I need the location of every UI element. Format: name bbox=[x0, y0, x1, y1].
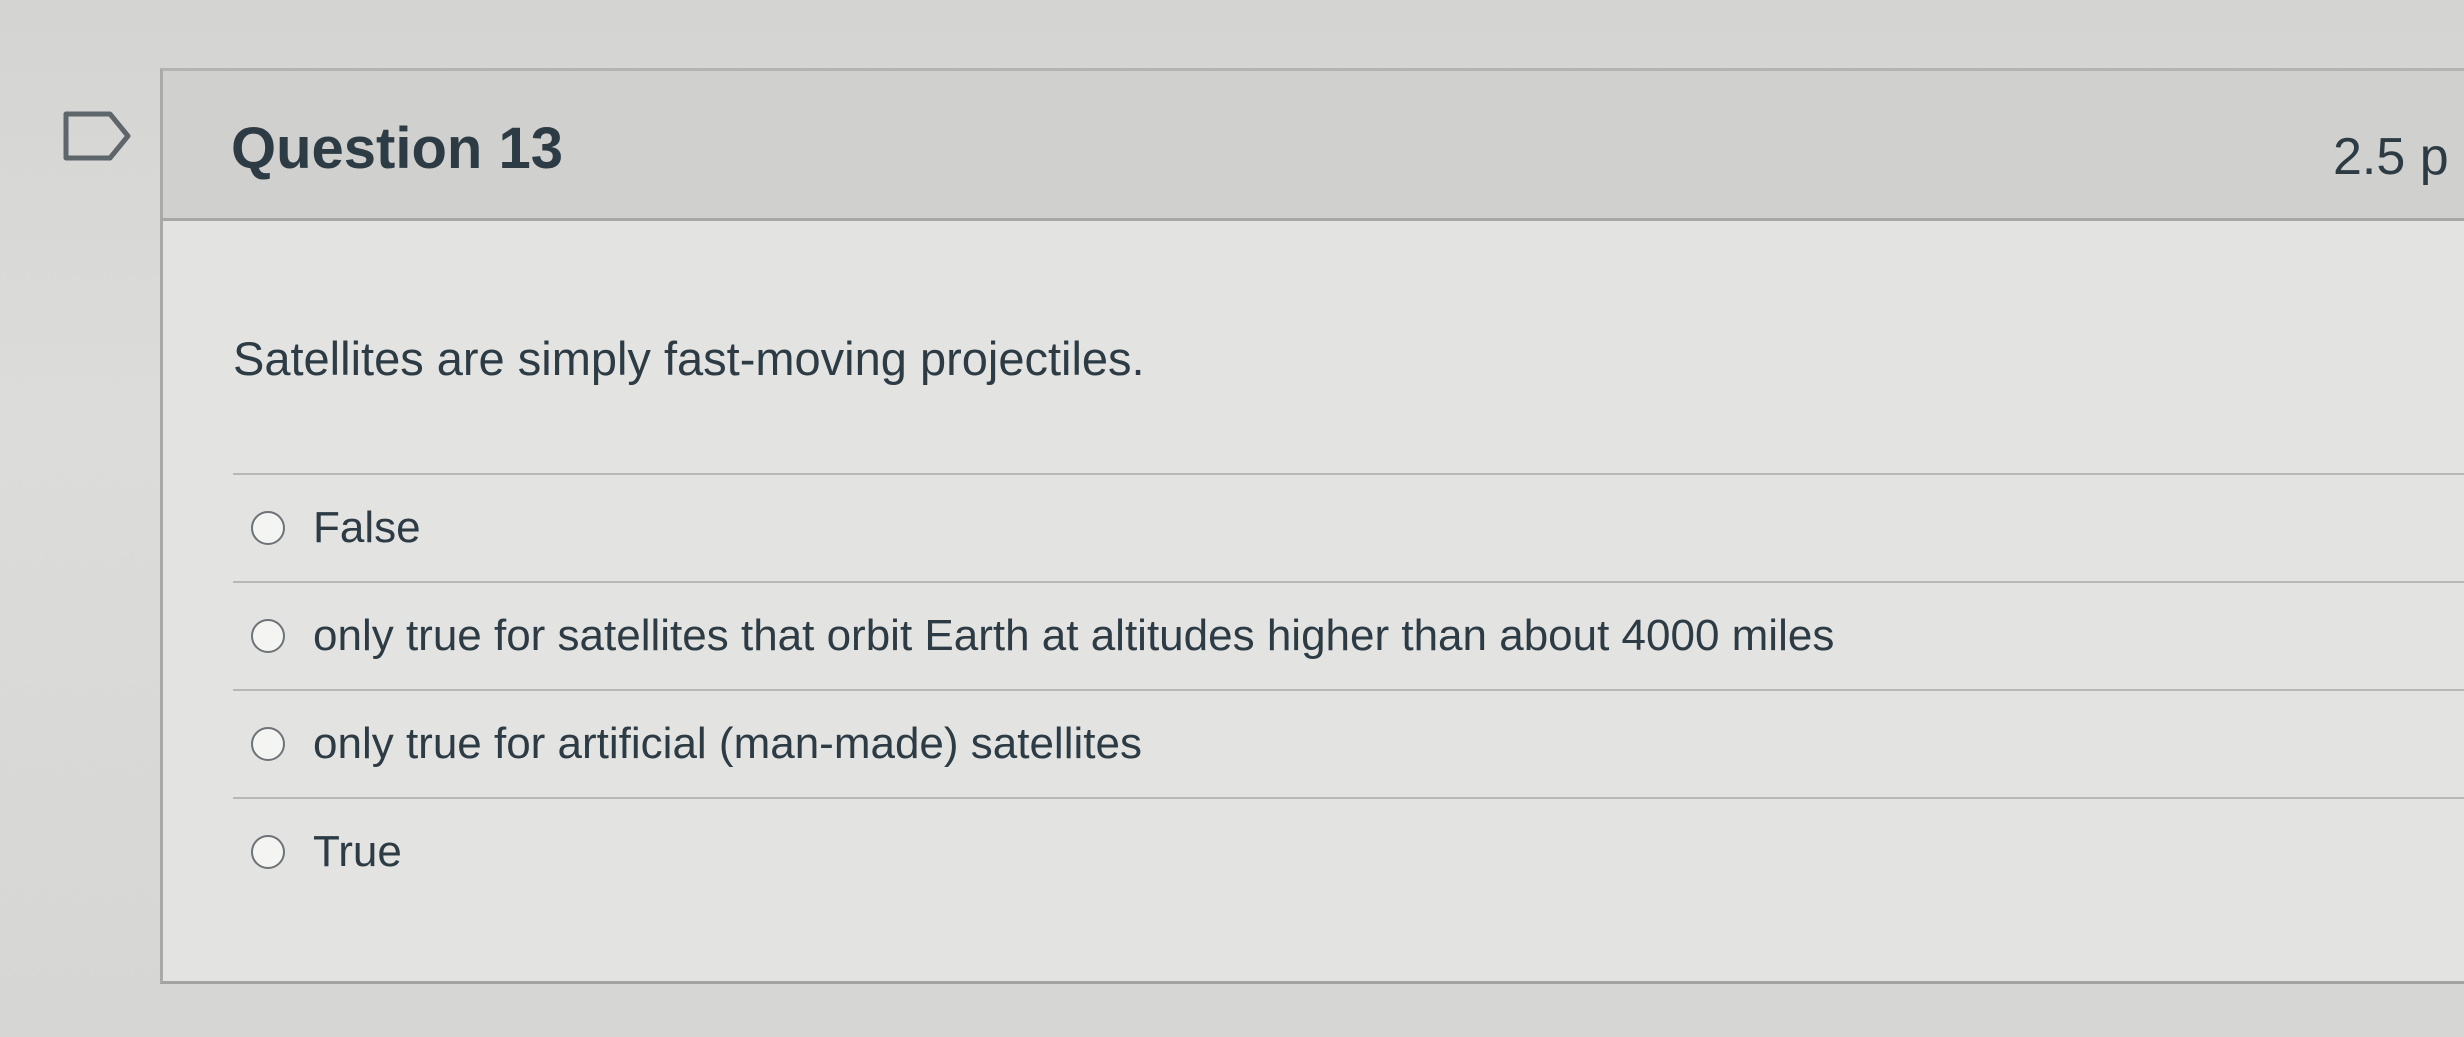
question-text: Satellites are simply fast-moving projec… bbox=[233, 332, 1145, 385]
flag-icon[interactable] bbox=[62, 110, 134, 162]
answer-list: False only true for satellites that orbi… bbox=[233, 473, 2464, 899]
answer-label[interactable]: only true for artificial (man-made) sate… bbox=[313, 719, 1142, 769]
answer-option-altitude[interactable]: only true for satellites that orbit Eart… bbox=[233, 581, 2464, 689]
question-points: 2.5 p bbox=[2333, 128, 2449, 186]
question-header: Question 13 2.5 p bbox=[163, 71, 2464, 221]
radio-button[interactable] bbox=[251, 727, 285, 761]
answer-option-true[interactable]: True bbox=[233, 797, 2464, 899]
answer-option-false[interactable]: False bbox=[233, 473, 2464, 581]
answer-option-artificial[interactable]: only true for artificial (man-made) sate… bbox=[233, 689, 2464, 797]
radio-button[interactable] bbox=[251, 619, 285, 653]
radio-button[interactable] bbox=[251, 511, 285, 545]
answer-label[interactable]: False bbox=[313, 503, 421, 553]
answer-label[interactable]: only true for satellites that orbit Eart… bbox=[313, 611, 1834, 661]
question-title: Question 13 bbox=[231, 116, 563, 181]
question-card: Question 13 2.5 p Satellites are simply … bbox=[160, 68, 2464, 984]
answer-label[interactable]: True bbox=[313, 827, 402, 877]
radio-button[interactable] bbox=[251, 835, 285, 869]
